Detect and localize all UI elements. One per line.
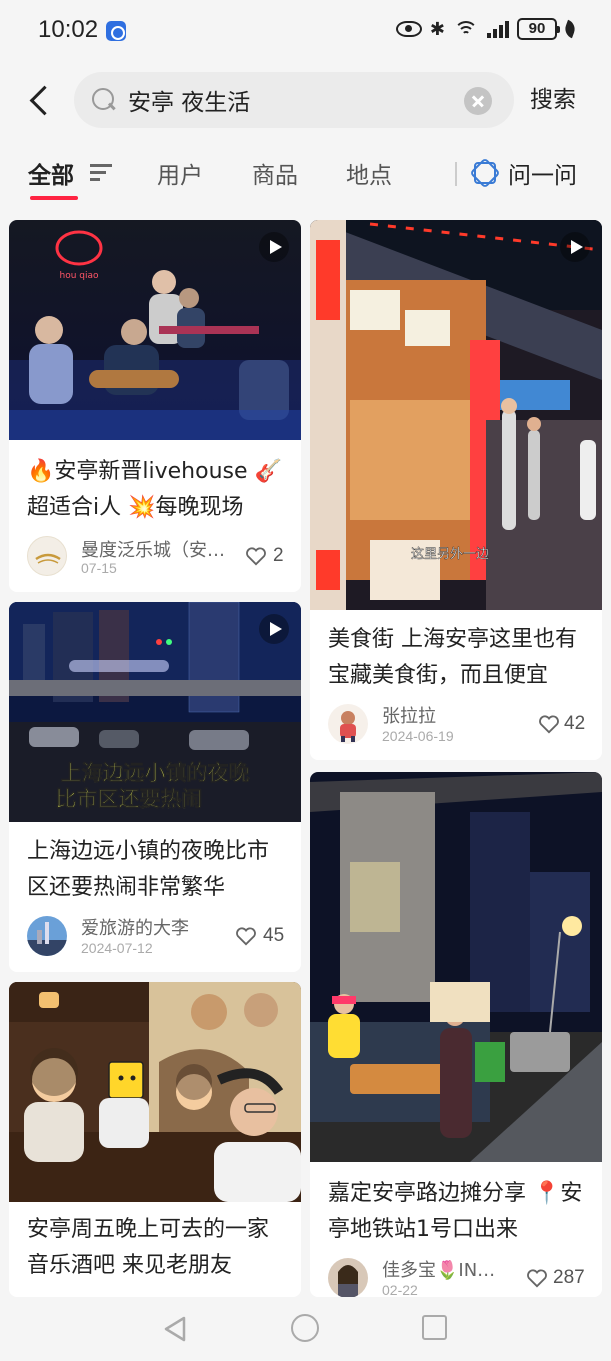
- video-play-icon: [560, 232, 590, 262]
- like-icon[interactable]: [245, 546, 267, 566]
- cover-caption-line-2: 比市区还要热闹: [56, 787, 203, 811]
- note-card[interactable]: hou qiao 🔥安亭新晋livehouse 🎸超适合i人 💥每晚现场 曼度泛…: [9, 220, 301, 592]
- status-time: 10:02: [38, 16, 99, 43]
- back-icon[interactable]: [24, 84, 56, 116]
- ask-icon[interactable]: [470, 158, 498, 186]
- nav-recent-apps-icon[interactable]: [422, 1315, 447, 1340]
- note-title: 安亭周五晚上可去的一家音乐酒吧 来见老朋友: [27, 1217, 270, 1278]
- clear-icon[interactable]: [464, 87, 492, 115]
- search-box[interactable]: [74, 72, 514, 128]
- tab-users[interactable]: 用户: [157, 156, 203, 190]
- tab-ask[interactable]: 问一问: [508, 156, 577, 190]
- status-icons: ✱ 90: [395, 18, 578, 40]
- avatar[interactable]: [27, 536, 67, 576]
- cover-caption-line-1: 上海边远小镇的夜晚: [61, 761, 250, 785]
- note-card[interactable]: 上海边远小镇的夜晚 比市区还要热闹 上海边远小镇的夜晚比市区还要热闹非常繁华 爱…: [9, 602, 301, 972]
- avatar[interactable]: [27, 916, 67, 956]
- author-name[interactable]: 佳多宝🌷IN…: [382, 1256, 532, 1282]
- note-cover-image: hou qiao: [9, 220, 301, 440]
- signal-icon: [487, 20, 509, 38]
- note-title: 🔥安亭新晋livehouse 🎸超适合i人 💥每晚现场: [27, 459, 282, 520]
- post-date: 07-15: [81, 560, 117, 576]
- search-header: 搜索: [0, 62, 611, 138]
- video-play-icon: [259, 614, 289, 644]
- note-card[interactable]: 这里另外一边 美食街 上海安亭这里也有宝藏美食街，而且便宜 张拉拉 2024-0…: [310, 220, 602, 760]
- note-cover-image: [310, 772, 602, 1162]
- like-icon[interactable]: [538, 714, 560, 734]
- video-play-icon: [259, 232, 289, 262]
- author-name[interactable]: 爱旅游的大李: [81, 914, 231, 940]
- like-icon[interactable]: [526, 1268, 548, 1288]
- note-cover-image: [9, 982, 301, 1202]
- tab-all[interactable]: 全部: [28, 156, 74, 190]
- system-nav-bar: [0, 1297, 611, 1361]
- note-cover-image: 这里另外一边: [310, 220, 602, 610]
- search-button[interactable]: 搜索: [530, 80, 576, 114]
- bluetooth-icon: ✱: [429, 18, 445, 40]
- note-card[interactable]: 嘉定安亭路边摊分享 📍安亭地铁站1号口出来 佳多宝🌷IN… 02-22 287: [310, 772, 602, 1297]
- cover-sign-text: hou qiao: [59, 271, 99, 281]
- tab-divider: [455, 162, 457, 186]
- post-date: 02-22: [382, 1282, 418, 1297]
- wifi-icon: [453, 19, 479, 39]
- avatar[interactable]: [328, 1258, 368, 1297]
- nav-back-icon[interactable]: [162, 1315, 188, 1343]
- eye-icon: [395, 21, 422, 37]
- note-card[interactable]: 安亭周五晚上可去的一家音乐酒吧 来见老朋友: [9, 982, 301, 1297]
- battery-icon: 90: [517, 18, 560, 40]
- note-title: 美食街 上海安亭这里也有宝藏美食街，而且便宜: [328, 627, 577, 688]
- note-title: 上海边远小镇的夜晚比市区还要热闹非常繁华: [27, 839, 270, 900]
- tab-places[interactable]: 地点: [346, 156, 392, 190]
- search-icon: [90, 86, 116, 112]
- active-tab-indicator: [30, 196, 78, 200]
- note-cover-image: 上海边远小镇的夜晚 比市区还要热闹: [9, 602, 301, 822]
- post-date: 2024-07-12: [81, 940, 153, 956]
- avatar[interactable]: [328, 704, 368, 744]
- like-count: 42: [564, 713, 586, 734]
- post-date: 2024-06-19: [382, 728, 454, 744]
- like-icon[interactable]: [235, 926, 257, 946]
- filter-icon[interactable]: [90, 164, 112, 182]
- note-title: 嘉定安亭路边摊分享 📍安亭地铁站1号口出来: [328, 1181, 583, 1242]
- power-saving-icon: [562, 19, 578, 39]
- nav-home-icon[interactable]: [291, 1314, 319, 1342]
- tab-products[interactable]: 商品: [252, 156, 298, 190]
- status-bar: 10:02 ✱ 90: [0, 0, 611, 62]
- filter-tabs: 全部 用户 商品 地点 问一问: [0, 140, 611, 206]
- app-notification-icon: [106, 21, 126, 41]
- author-name[interactable]: 曼度泛乐城（安亭店）: [81, 536, 231, 562]
- like-count: 2: [273, 545, 284, 566]
- search-input[interactable]: [128, 84, 448, 116]
- author-name[interactable]: 张拉拉: [382, 702, 532, 728]
- like-count: 45: [263, 925, 285, 946]
- like-count: 287: [553, 1267, 585, 1288]
- cover-caption: 这里另外一边: [411, 546, 489, 562]
